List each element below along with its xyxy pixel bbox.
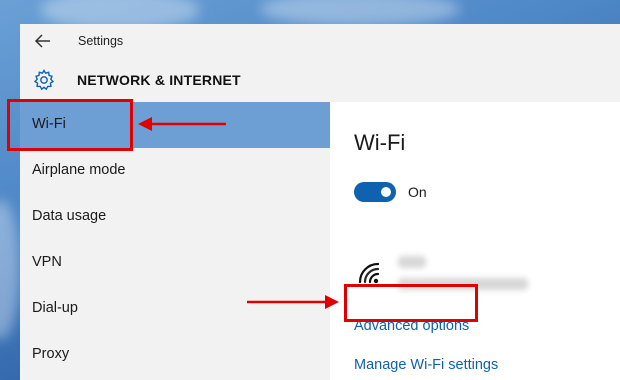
sidebar-item-data-usage[interactable]: Data usage (20, 194, 330, 240)
sidebar-item-label: Dial-up (32, 300, 78, 316)
section-title: Wi-Fi (354, 130, 406, 155)
page-header: NETWORK & INTERNET (20, 58, 620, 102)
settings-window: Settings NETWORK & INTERNET Wi-Fi Airpla… (20, 24, 620, 380)
manage-wifi-settings-link[interactable]: Manage Wi-Fi settings (354, 357, 498, 373)
annotation-arrow-icon (138, 117, 226, 131)
back-arrow-icon[interactable] (34, 33, 52, 49)
title-bar: Settings (20, 24, 620, 58)
sidebar-item-proxy[interactable]: Proxy (20, 332, 330, 378)
sidebar-item-label: Airplane mode (32, 162, 126, 178)
sidebar-item-vpn[interactable]: VPN (20, 240, 330, 286)
toggle-knob (381, 187, 391, 197)
content-pane: Wi-Fi On Advanced options Manage Wi-Fi s… (330, 102, 620, 380)
toggle-state-label: On (408, 184, 427, 200)
annotation-arrow-icon (247, 295, 339, 309)
wifi-signal-icon (358, 262, 380, 284)
sidebar-item-airplane-mode[interactable]: Airplane mode (20, 148, 330, 194)
page-title: NETWORK & INTERNET (77, 72, 241, 88)
annotation-box-wifi (7, 99, 133, 151)
gear-icon (33, 69, 55, 91)
network-name-redacted (398, 256, 426, 268)
annotation-box-advanced-options (344, 284, 478, 322)
sidebar-item-label: VPN (32, 254, 62, 270)
window-title: Settings (78, 34, 124, 48)
sidebar-item-label: Proxy (32, 346, 70, 362)
wifi-toggle[interactable] (354, 182, 396, 202)
sidebar-item-label: Data usage (32, 208, 107, 224)
